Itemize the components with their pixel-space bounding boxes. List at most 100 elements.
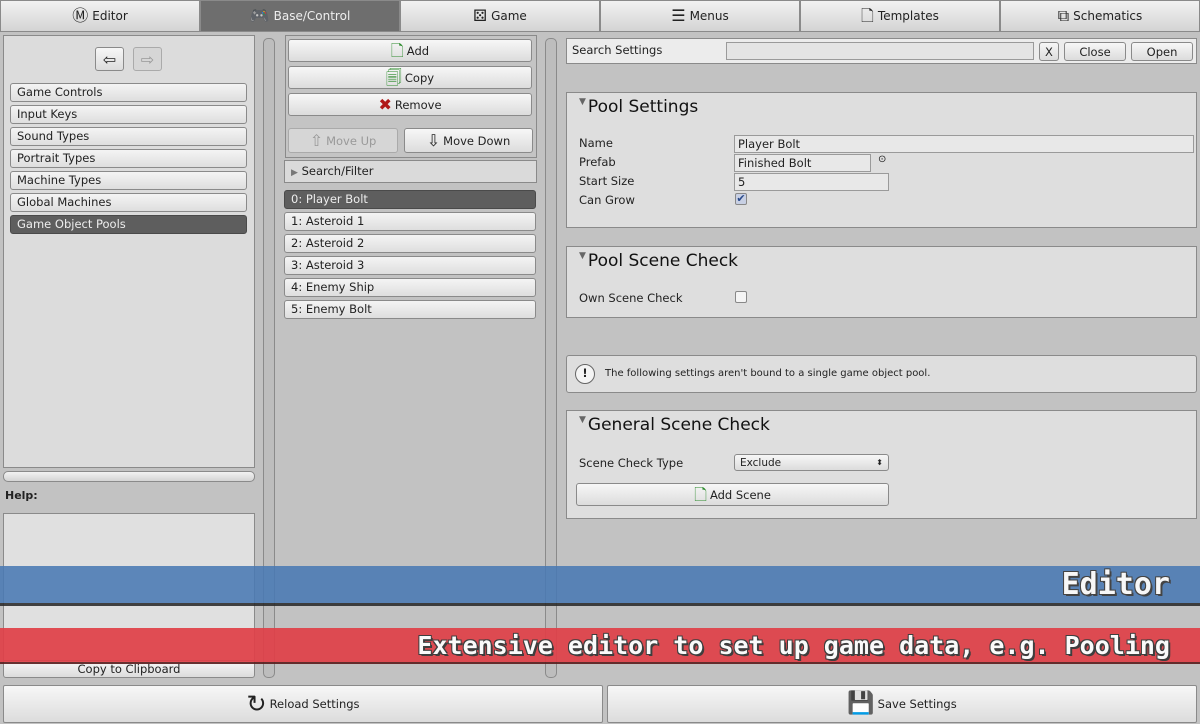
tab-label: Schematics [1073,9,1143,23]
pool-list-item[interactable]: 2: Asteroid 2 [284,234,536,253]
editor-logo-icon: Ⓜ [72,6,89,25]
document-icon: 🗋 [861,6,874,25]
arrow-left-icon: ⇦ [102,49,117,69]
section-item[interactable]: Game Controls [10,83,247,102]
close-label: Close [1079,44,1111,59]
gamepad-icon: 🎮 [249,6,270,25]
name-input[interactable]: Player Bolt [734,135,1194,153]
menu-list-icon: ☰ [671,6,686,25]
open-button[interactable]: Open [1131,42,1193,61]
section-item[interactable]: Machine Types [10,171,247,190]
reload-icon: ↻ [246,690,267,718]
scene-check-type-dropdown[interactable]: Exclude ⬍ [734,454,889,471]
copy-label: Copy to Clipboard [77,662,181,676]
pool-settings-foldout[interactable]: ▼ Pool Settings [579,97,698,117]
foldout-arrow-icon: ▼ [579,415,586,425]
dropdown-arrows-icon: ⬍ [876,458,883,467]
pool-scene-check-foldout[interactable]: ▼ Pool Scene Check [579,251,738,271]
remove-button[interactable]: ✖ Remove [288,93,532,116]
arrow-up-icon: ⇧ [309,130,324,150]
dice-icon: ⚄ [473,6,488,25]
section-item[interactable]: Input Keys [10,105,247,124]
info-text: The following settings aren't bound to a… [605,368,931,379]
add-scene-button[interactable]: 🗋 Add Scene [576,483,889,506]
start-size-input[interactable]: 5 [734,173,889,191]
tab-label: Game [491,9,527,23]
reload-settings-button[interactable]: ↻ Reload Settings [3,685,603,723]
own-scene-check-checkbox[interactable] [735,291,747,303]
pool-list-item[interactable]: 1: Asteroid 1 [284,212,536,231]
general-scene-check-foldout[interactable]: ▼ General Scene Check [579,415,770,435]
foldout-arrow-icon: ▼ [579,97,586,107]
pool-scene-check-section: ▼ Pool Scene Check Own Scene Check [566,246,1197,318]
copy-label: Copy [404,70,435,85]
move-up-label: Move Up [326,133,377,148]
foldout-arrow-icon: ▼ [579,251,586,261]
pool-list-item[interactable]: 0: Player Bolt [284,190,536,209]
general-scene-check-section: ▼ General Scene Check Scene Check Type Ex… [566,410,1197,519]
tab-editor[interactable]: Ⓜ Editor [0,0,200,32]
reload-label: Reload Settings [269,697,360,711]
add-scene-label: Add Scene [709,487,771,502]
section-item[interactable]: Portrait Types [10,149,247,168]
info-exclamation-icon: ! [575,364,595,384]
tab-templates[interactable]: 🗋 Templates [800,0,1000,32]
back-button[interactable]: ⇦ [95,47,124,71]
remove-label: Remove [394,97,442,112]
overlay-subtitle-banner: Extensive editor to set up game data, e.… [0,628,1200,664]
move-up-button[interactable]: ⇧ Move Up [288,128,398,153]
tab-label: Editor [92,9,128,23]
add-button[interactable]: 🗋 Add [288,39,532,62]
general-scene-check-title: General Scene Check [587,415,770,435]
can-grow-label: Can Grow [579,193,635,207]
save-settings-button[interactable]: 💾 Save Settings [607,685,1197,723]
add-document-icon: 🗋 [390,40,404,60]
search-filter-label: Search/Filter [301,164,374,178]
tab-menus[interactable]: ☰ Menus [600,0,800,32]
arrow-right-icon: ⇨ [140,49,155,69]
own-scene-check-label: Own Scene Check [579,291,683,305]
tab-label: Templates [877,9,939,23]
move-down-label: Move Down [443,133,511,148]
search-filter-foldout[interactable]: ▶ Search/Filter [284,160,537,183]
overlay-title-banner: Editor [0,566,1200,606]
pool-list-item[interactable]: 4: Enemy Ship [284,278,536,297]
start-size-label: Start Size [579,174,635,188]
section-item[interactable]: Global Machines [10,193,247,212]
tab-game[interactable]: ⚄ Game [400,0,600,32]
pool-settings-section: ▼ Pool Settings Name Player Bolt Prefab F… [566,92,1197,228]
remove-x-icon: ✖ [378,94,392,114]
search-settings-label: Search Settings [572,43,663,57]
clear-search-button[interactable]: X [1039,42,1059,61]
section-item[interactable]: Game Object Pools [10,215,247,234]
overlay-subtitle: Extensive editor to set up game data, e.… [417,630,1170,660]
object-picker-icon[interactable]: ⊙ [878,154,886,165]
clear-label: X [1045,44,1053,59]
schematic-icon: ⧉ [1057,6,1070,25]
pool-list-item[interactable]: 5: Enemy Bolt [284,300,536,319]
search-settings-input[interactable] [726,42,1034,60]
move-down-button[interactable]: ⇩ Move Down [404,128,533,153]
tab-base-control[interactable]: 🎮 Base/Control [200,0,400,32]
tab-label: Menus [689,9,729,23]
section-item[interactable]: Sound Types [10,127,247,146]
help-label: Help: [5,489,38,502]
arrow-down-icon: ⇩ [426,130,441,150]
add-document-icon: 🗋 [694,484,707,504]
tab-schematics[interactable]: ⧉ Schematics [1000,0,1200,32]
pool-settings-title: Pool Settings [587,97,699,117]
can-grow-checkbox[interactable]: ✔ [735,193,747,205]
pool-list-item[interactable]: 3: Asteroid 3 [284,256,536,275]
horizontal-scrollbar[interactable] [3,471,255,482]
tab-label: Base/Control [273,9,351,23]
prefab-object-field[interactable]: Finished Bolt [734,154,871,172]
copy-button[interactable]: 🗐 Copy [288,66,532,89]
save-label: Save Settings [877,697,957,711]
add-label: Add [406,43,430,58]
forward-button[interactable]: ⇨ [133,47,162,71]
close-button[interactable]: Close [1064,42,1126,61]
foldout-arrow-icon: ▶ [291,168,298,178]
floppy-disk-icon: 💾 [847,691,875,716]
search-settings-bar: Search Settings X Close Open [566,38,1197,64]
prefab-label: Prefab [579,155,616,169]
